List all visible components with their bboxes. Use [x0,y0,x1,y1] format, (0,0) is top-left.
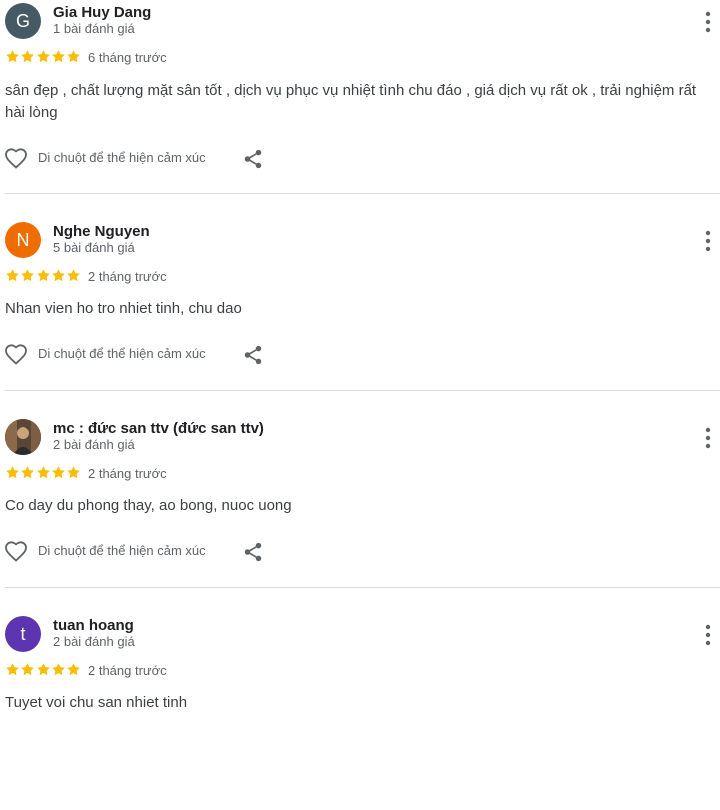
more-options-icon[interactable] [700,623,716,647]
star-icon [36,466,50,479]
review-card: t tuan hoang 2 bài đánh giá 2 tháng trướ… [0,613,720,810]
divider [5,390,720,391]
star-icon [52,466,65,479]
reaction-hint: Di chuột để thể hiện cảm xúc [38,346,206,361]
avatar-photo [5,419,41,455]
review-date: 6 tháng trước [88,50,167,65]
more-options-icon[interactable] [700,10,716,34]
star-icon [21,269,35,282]
reviewer-review-count[interactable]: 2 bài đánh giá [53,634,135,649]
reviewer-review-count[interactable]: 5 bài đánh giá [53,240,135,255]
avatar[interactable]: t [5,616,41,652]
avatar[interactable]: G [5,3,41,39]
star-icon [6,269,19,282]
star-icon [21,663,35,676]
star-icon [6,663,19,676]
avatar[interactable] [5,419,41,455]
star-icon [52,269,65,282]
review-text: Tuyet voi chu san nhiet tinh [5,694,188,711]
star-rating [5,49,81,64]
star-icon [52,663,65,676]
review-card: G Gia Huy Dang 1 bài đánh giá 6 tháng tr… [0,0,720,197]
avatar-letter: t [20,623,26,644]
star-icon [36,50,50,63]
reviewer-name[interactable]: tuan hoang [53,617,134,634]
star-icon [67,50,80,63]
star-icon [67,269,80,282]
more-options-icon[interactable] [700,229,716,253]
star-icon [67,466,80,479]
more-options-icon[interactable] [700,426,716,450]
reviewer-review-count[interactable]: 1 bài đánh giá [53,21,135,36]
share-icon[interactable] [242,148,264,170]
reviewer-review-count[interactable]: 2 bài đánh giá [53,437,135,452]
heart-outline-icon[interactable] [4,540,28,564]
heart-outline-icon[interactable] [4,147,28,171]
avatar-letter: G [15,10,30,31]
review-text: sân đẹp , chất lượng mặt sân tốt , dịch … [5,82,697,121]
review-card: mc : đức san ttv (đức san ttv) 2 bài đán… [0,416,720,613]
star-rating [5,662,81,677]
star-icon [36,663,50,676]
share-icon[interactable] [242,541,264,563]
review-text: Co day du phong thay, ao bong, nuoc uong [5,497,292,514]
star-icon [6,50,19,63]
review-card: N Nghe Nguyen 5 bài đánh giá 2 tháng trư… [0,219,720,416]
heart-outline-icon[interactable] [4,343,28,367]
review-text: Nhan vien ho tro nhiet tinh, chu dao [5,300,242,317]
divider [5,587,720,588]
star-icon [36,269,50,282]
star-rating [5,268,81,283]
reviewer-name[interactable]: Nghe Nguyen [53,223,150,240]
review-date: 2 tháng trước [88,269,167,284]
star-icon [21,466,35,479]
avatar-letter: N [16,229,30,250]
avatar[interactable]: N [5,222,41,258]
star-icon [6,466,19,479]
reviewer-name[interactable]: mc : đức san ttv (đức san ttv) [53,420,264,437]
share-icon[interactable] [242,344,264,366]
star-icon [21,50,35,63]
star-icon [67,663,80,676]
reaction-hint: Di chuột để thể hiện cảm xúc [38,543,206,558]
review-date: 2 tháng trước [88,663,167,678]
reaction-hint: Di chuột để thể hiện cảm xúc [38,150,206,165]
divider [5,193,720,194]
reviewer-name[interactable]: Gia Huy Dang [53,4,151,21]
review-date: 2 tháng trước [88,466,167,481]
star-icon [52,50,65,63]
star-rating [5,465,81,480]
